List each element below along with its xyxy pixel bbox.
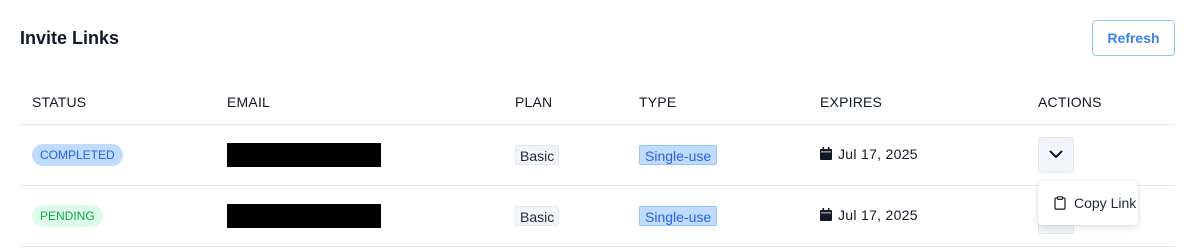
expires-date: Jul 17, 2025 [838,206,918,223]
table-row: PENDING Basic Single-use Jul 17, 2025 [20,185,1175,247]
chevron-down-icon [1049,150,1063,158]
expires-cell: Jul 17, 2025 [820,146,918,162]
page-header: Invite Links Refresh [20,20,1175,56]
table-row: COMPLETED Basic Single-use Jul 17, 2025 [20,124,1175,186]
type-chip: Single-use [639,205,718,226]
plan-chip: Basic [515,144,560,165]
type-chip: Single-use [639,144,718,165]
copy-link-menu-item[interactable]: Copy Link [1038,181,1138,225]
redacted-email [227,142,381,167]
row-actions-button[interactable] [1038,136,1074,173]
page-title: Invite Links [20,28,120,48]
status-badge: PENDING [32,204,103,227]
copy-link-label: Copy Link [1074,195,1137,211]
column-header-expires: EXPIRES [808,80,1026,125]
calendar-icon [820,208,832,222]
expires-date: Jul 17, 2025 [838,145,918,162]
status-badge: COMPLETED [32,143,123,166]
column-header-actions: ACTIONS [1026,80,1175,125]
clipboard-icon [1054,196,1066,210]
plan-chip: Basic [515,205,560,226]
column-header-plan: PLAN [503,80,627,125]
expires-cell: Jul 17, 2025 [820,207,918,223]
column-header-email: EMAIL [215,80,503,125]
table-header-row: STATUS EMAIL PLAN TYPE EXPIRES ACTIONS [20,80,1175,125]
redacted-email [227,203,381,228]
refresh-button[interactable]: Refresh [1092,20,1175,56]
invite-links-table: STATUS EMAIL PLAN TYPE EXPIRES ACTIONS C… [20,80,1175,247]
column-header-status: STATUS [20,80,215,125]
calendar-icon [820,147,832,161]
column-header-type: TYPE [627,80,808,125]
